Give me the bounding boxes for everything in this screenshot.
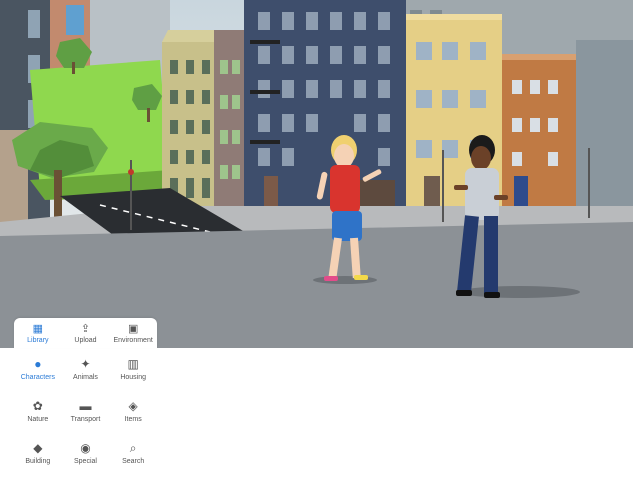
panel-tabs: ▦ Library ⇪ Upload ▣ Environment (14, 318, 157, 348)
category-transport[interactable]: ▬ Transport (62, 390, 110, 432)
category-grid: ● Characters ✦ Animals ▥ Housing ✿ Natur… (14, 348, 157, 475)
category-housing[interactable]: ▥ Housing (109, 348, 157, 390)
tab-environment[interactable]: ▣ Environment (111, 318, 156, 348)
plant-icon: ✿ (32, 398, 43, 413)
upload-icon: ⇪ (80, 322, 91, 335)
search-icon: ⌕ (129, 441, 137, 456)
building-orange (502, 54, 576, 214)
tab-upload[interactable]: ⇪ Upload (63, 318, 108, 348)
gem-icon: ◈ (128, 398, 138, 413)
shapes-icon: ◆ (33, 441, 43, 456)
person-icon: ● (34, 356, 42, 371)
image-icon: ▣ (127, 322, 139, 335)
camera-icon: ◉ (80, 441, 91, 456)
category-special[interactable]: ◉ Special (62, 433, 110, 475)
grid-icon: ▦ (32, 322, 44, 335)
category-characters[interactable]: ● Characters (14, 348, 62, 390)
tab-library[interactable]: ▦ Library (15, 318, 60, 348)
dog-icon: ✦ (80, 356, 91, 371)
category-items[interactable]: ◈ Items (109, 390, 157, 432)
category-search[interactable]: ⌕ Search (109, 433, 157, 475)
buildings-icon: ▥ (127, 356, 139, 371)
car-icon: ▬ (79, 398, 92, 413)
category-building[interactable]: ◆ Building (14, 433, 62, 475)
category-animals[interactable]: ✦ Animals (62, 348, 110, 390)
category-nature[interactable]: ✿ Nature (14, 390, 62, 432)
